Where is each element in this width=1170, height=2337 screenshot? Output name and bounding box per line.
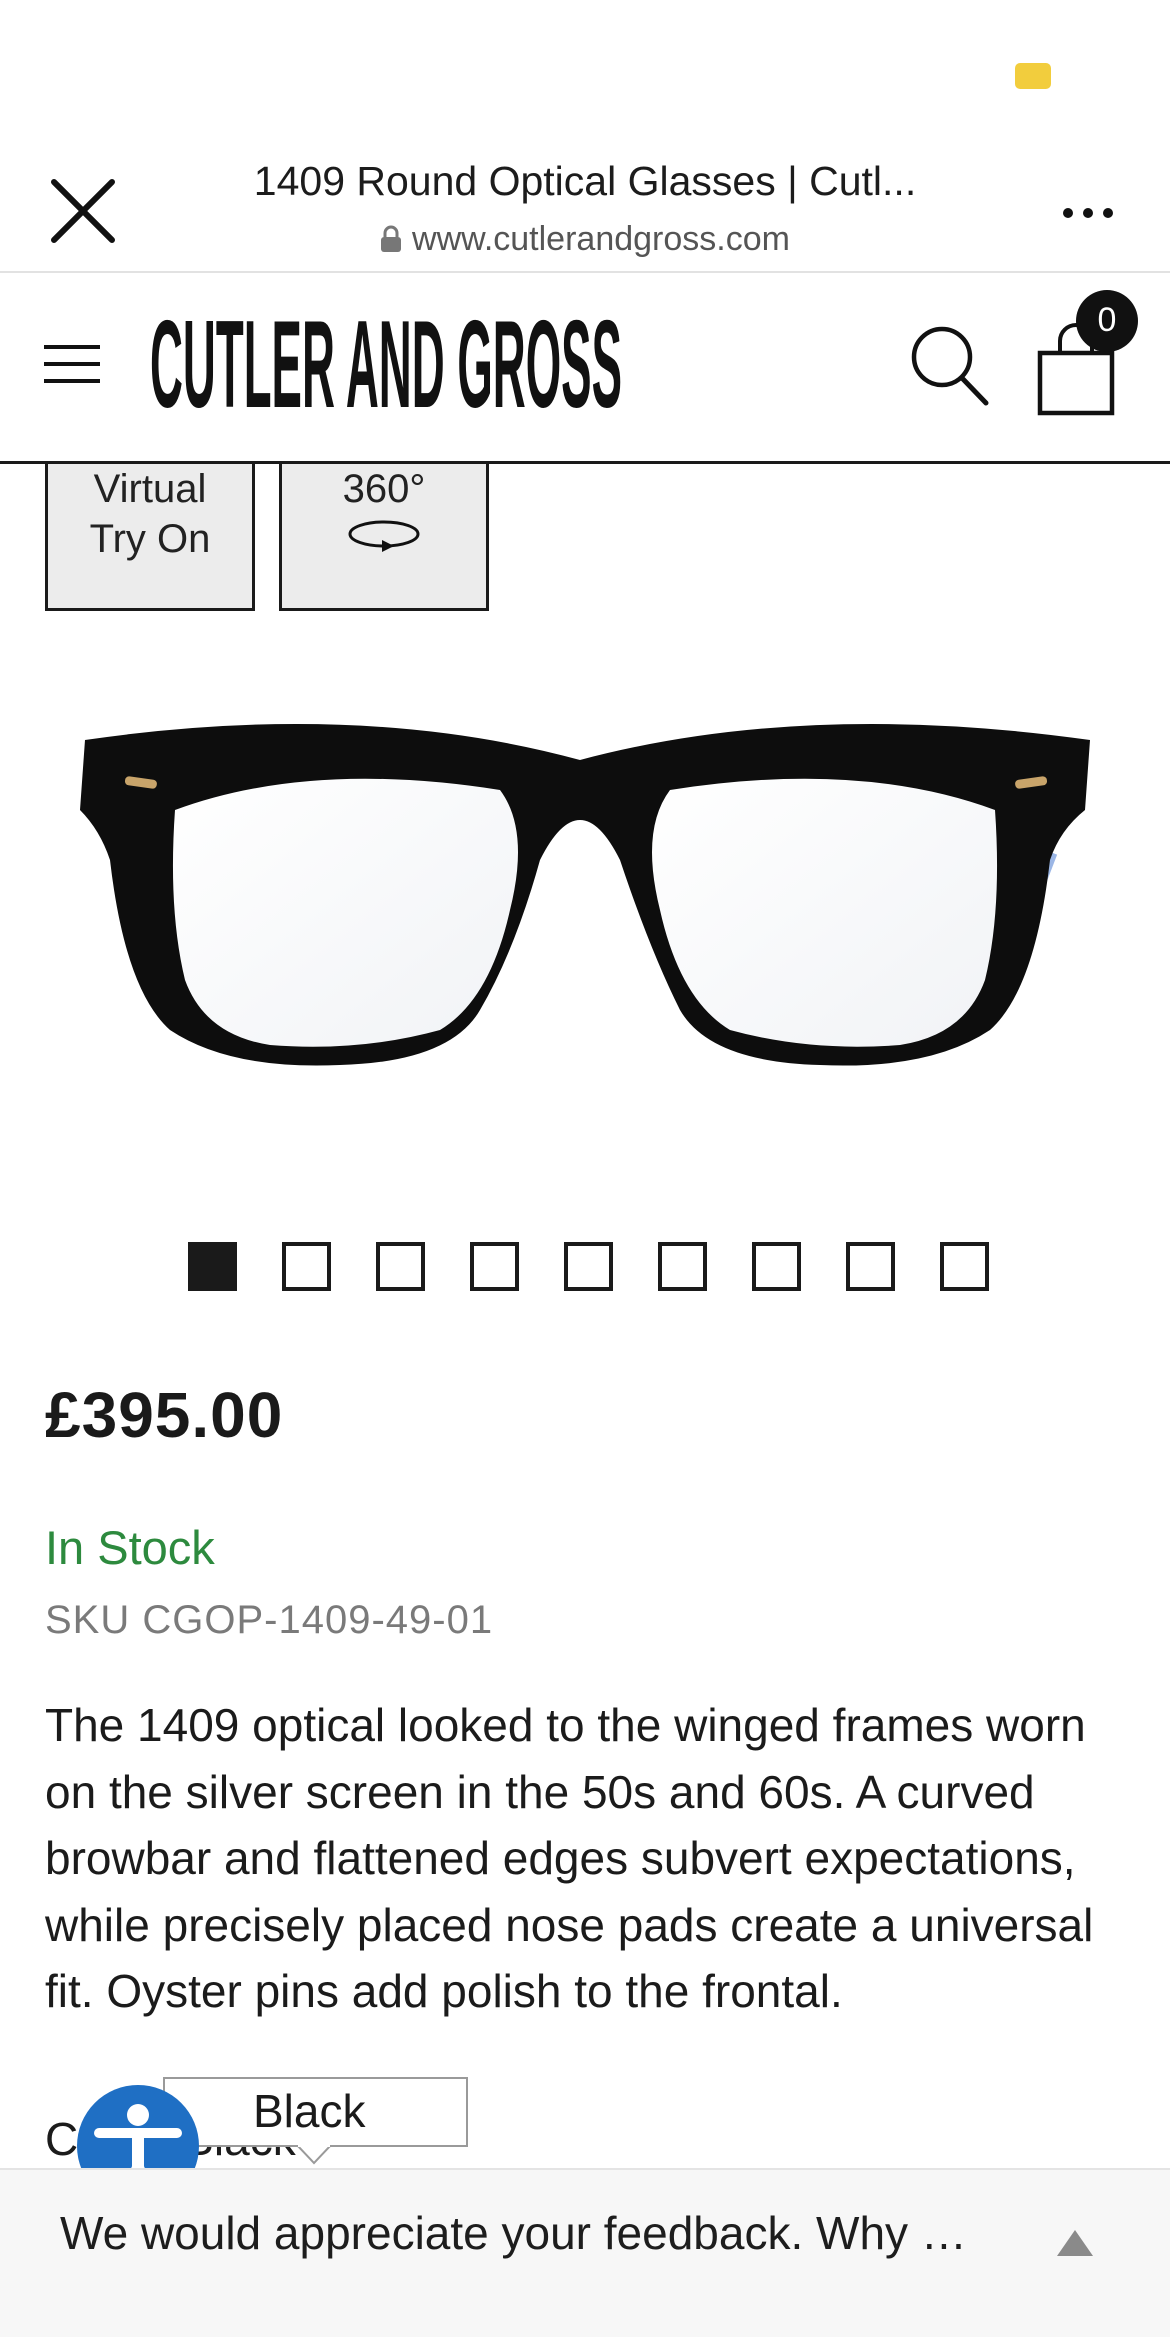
carousel-dot[interactable] [188,1242,237,1291]
menu-icon [44,345,104,383]
virtual-try-on-line2: Try On [89,517,211,561]
close-button[interactable] [50,178,116,244]
view-360-label: 360° [342,467,426,511]
svg-text:CUTLER AND GROSS: CUTLER AND GROSS [150,315,622,425]
stock-status: In Stock [45,1521,215,1574]
lock-icon [381,225,402,252]
carousel-dot[interactable] [282,1242,331,1291]
brand-logo[interactable]: CUTLER AND GROSS [150,296,630,434]
search-icon [911,326,989,406]
menu-button[interactable] [44,345,104,391]
virtual-try-on-button[interactable]: Virtual Try On [45,464,255,611]
virtual-try-on-line1: Virtual [93,467,207,511]
carousel-dot[interactable] [940,1242,989,1291]
url-text: www.cutlerandgross.com [412,220,790,258]
search-button[interactable] [908,323,990,407]
rotate-360-icon [348,520,420,552]
feedback-bar[interactable]: We would appreciate your feedback. Why … [0,2168,1170,2337]
carousel-dot[interactable] [846,1242,895,1291]
status-indicator [1015,63,1051,89]
carousel-indicators [188,1242,989,1291]
product-description: The 1409 optical looked to the winged fr… [45,1699,1094,2017]
carousel-dot[interactable] [470,1242,519,1291]
more-options-button[interactable] [1060,198,1116,228]
carousel-dot[interactable] [564,1242,613,1291]
tooltip-arrow [297,2145,331,2165]
status-bar [0,0,1170,150]
colour-tooltip: Black [163,2077,468,2147]
logo-wordmark: CUTLER AND GROSS [150,296,622,434]
cart-count-badge: 0 [1076,290,1138,352]
view-360-button[interactable]: 360° [279,464,489,611]
page-url[interactable]: www.cutlerandgross.com [180,220,990,259]
page-title: 1409 Round Optical Glasses | Cutl... [253,158,917,204]
glasses-image [80,724,1090,1066]
product-image[interactable] [60,700,1110,1170]
colour-label-prefix: C [45,2113,79,2165]
chevron-up-icon[interactable] [1055,2228,1095,2258]
site-header: CUTLER AND GROSS 0 [0,273,1170,464]
carousel-dot[interactable] [658,1242,707,1291]
browser-toolbar: 1409 Round Optical Glasses | Cutl... www… [0,150,1170,273]
carousel-dot[interactable] [752,1242,801,1291]
more-icon [1063,208,1113,218]
close-icon [51,179,115,243]
feedback-prompt: We would appreciate your feedback. Why … [60,2207,967,2259]
product-sku: SKU CGOP-1409-49-01 [45,1598,494,1642]
product-price: £395.00 [45,1379,284,1451]
carousel-dot[interactable] [376,1242,425,1291]
